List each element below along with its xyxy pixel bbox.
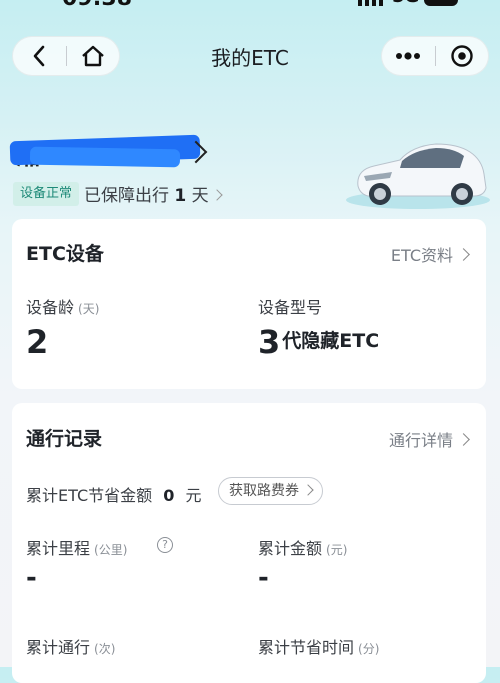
more-button[interactable] — [381, 36, 435, 76]
travel-card: 通行记录 通行详情 累计ETC节省金额 0 元 获取路费券 累计里程 (公里) ?… — [12, 403, 486, 683]
close-circle-icon — [451, 45, 473, 67]
protect-days-link[interactable]: 已保障出行 1 天 — [84, 181, 223, 206]
protect-suffix: 天 — [191, 186, 209, 206]
device-model-num: 3 — [258, 323, 281, 361]
page-title: 我的ETC — [211, 46, 289, 70]
device-age-label-wrap: 设备龄 (天) — [26, 294, 99, 318]
amount-label: 累计金额 — [258, 539, 323, 558]
savings-label: 累计ETC节省金额 — [26, 486, 153, 505]
help-icon[interactable]: ? — [157, 537, 173, 553]
savings-row: 累计ETC节省金额 0 元 — [26, 482, 201, 506]
saved-time-unit: (分) — [358, 642, 380, 656]
back-button[interactable] — [12, 36, 66, 76]
amount-label-wrap: 累计金额 (元) — [258, 535, 347, 559]
battery-icon: 100 — [424, 0, 458, 6]
device-model-value: 3 代隐藏ETC — [258, 323, 379, 361]
get-coupon-button[interactable]: 获取路费券 — [218, 477, 323, 505]
amount-unit: (元) — [326, 543, 348, 557]
car-illustration — [346, 143, 490, 209]
savings-unit: 元 — [185, 486, 202, 505]
more-icon — [396, 52, 420, 60]
etc-info-link[interactable]: ETC资料 — [390, 242, 470, 266]
mileage-value: - — [26, 563, 37, 593]
device-age-label: 设备龄 — [26, 298, 75, 317]
back-icon — [33, 45, 45, 67]
saved-time-label-wrap: 累计节省时间 (分) — [258, 634, 379, 658]
device-age-unit: (天) — [78, 302, 100, 316]
nav-right-capsule — [381, 36, 489, 76]
saved-time-label: 累计节省时间 — [258, 638, 355, 657]
plate-number[interactable]: 湘 — [9, 134, 210, 170]
trips-label: 累计通行 — [26, 638, 91, 657]
protect-prefix: 已保障出行 — [84, 186, 169, 206]
mileage-label: 累计里程 — [26, 539, 91, 558]
home-icon — [82, 45, 104, 67]
status-time: 09:38 — [62, 0, 132, 11]
nav-left-capsule — [12, 36, 120, 76]
device-model-text: 代隐藏ETC — [282, 330, 380, 352]
chevron-right-icon — [210, 189, 223, 201]
status-bar: 09:38 5G 100 — [0, 0, 500, 11]
device-model-label: 设备型号 — [258, 298, 323, 317]
travel-details-link[interactable]: 通行详情 — [388, 427, 470, 451]
home-button[interactable] — [66, 36, 120, 76]
chevron-right-icon — [457, 248, 470, 261]
travel-details-label: 通行详情 — [388, 431, 453, 450]
protect-days-value: 1 — [174, 186, 187, 206]
travel-card-title: 通行记录 — [26, 428, 103, 450]
chevron-right-icon — [457, 433, 470, 446]
device-card: ETC设备 ETC资料 设备龄 (天) 2 设备型号 3 代隐藏ETC — [12, 219, 486, 389]
amount-value: - — [258, 563, 269, 593]
mileage-label-wrap: 累计里程 (公里) — [26, 535, 127, 559]
close-button[interactable] — [435, 36, 489, 76]
network-label: 5G — [392, 0, 419, 7]
get-coupon-label: 获取路费券 — [229, 483, 299, 499]
plate-redaction-overlay — [29, 146, 181, 168]
device-card-title: ETC设备 — [26, 243, 104, 265]
trips-unit: (次) — [94, 642, 116, 656]
trips-label-wrap: 累计通行 (次) — [26, 634, 115, 658]
device-age-value: 2 — [26, 323, 49, 361]
chevron-right-icon — [302, 484, 314, 496]
mileage-unit: (公里) — [94, 543, 128, 557]
savings-value: 0 — [163, 486, 175, 505]
etc-info-label: ETC资料 — [390, 246, 453, 265]
signal-icon — [358, 0, 384, 6]
status-badge: 设备正常 — [13, 182, 80, 206]
